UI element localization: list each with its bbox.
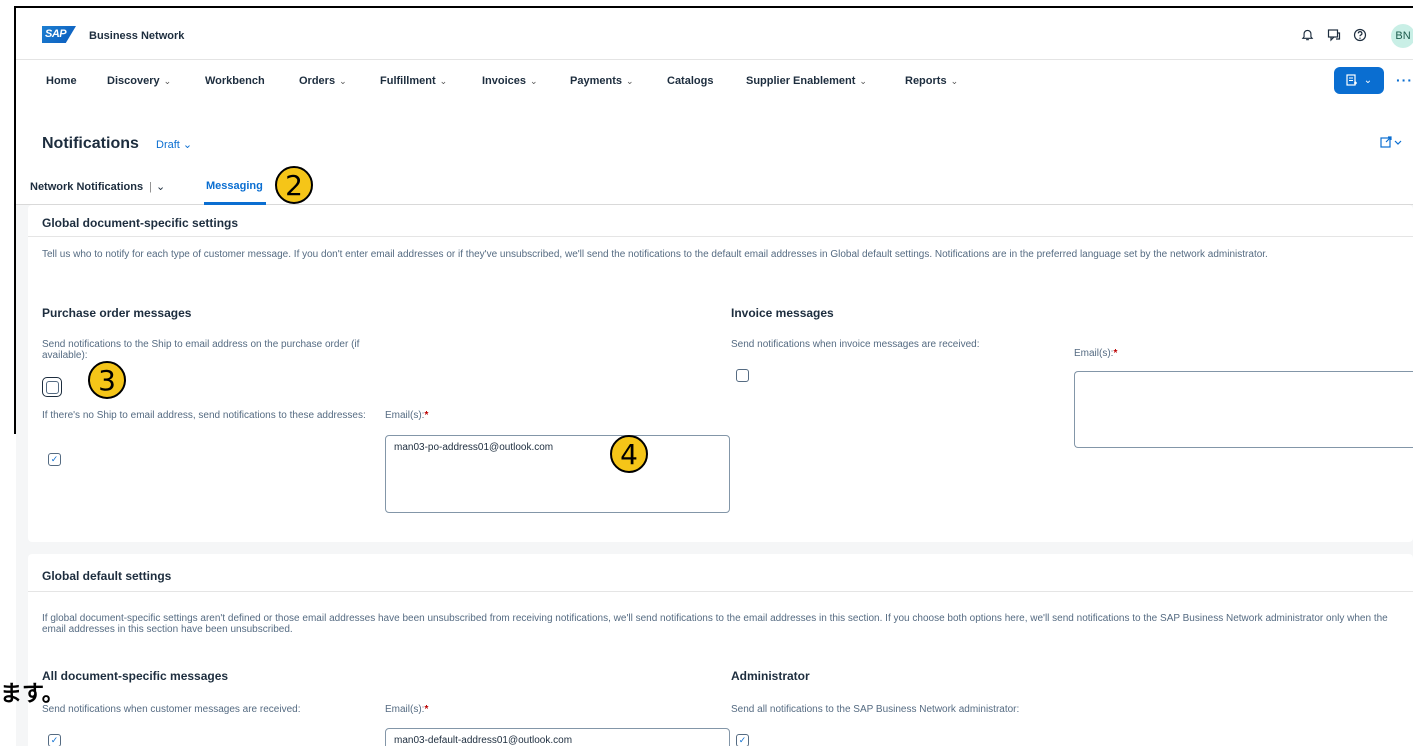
chevron-down-icon: ⌄ bbox=[339, 76, 347, 86]
tab-label: Network Notifications bbox=[30, 181, 144, 193]
share-icon[interactable] bbox=[1380, 136, 1402, 152]
chevron-down-icon: ⌄ bbox=[625, 76, 634, 86]
content-area: Global document-specific settings Tell u… bbox=[16, 205, 1413, 746]
shell-bar: SAP Business Network BN bbox=[16, 8, 1413, 60]
fallback-label: If there's no Ship to email address, sen… bbox=[42, 410, 366, 421]
tab-network-notifications[interactable]: Network Notifications | ⌄ bbox=[30, 180, 165, 193]
chevron-down-icon: ⌄ bbox=[182, 139, 193, 151]
status-label: Draft bbox=[156, 139, 180, 151]
invoice-emails-textarea[interactable] bbox=[1074, 371, 1413, 448]
divider bbox=[28, 591, 1413, 592]
nav-label: Fulfillment bbox=[380, 75, 436, 87]
chevron-down-icon: ⌄ bbox=[163, 76, 172, 86]
chevron-down-icon: ⌄ bbox=[530, 76, 538, 86]
label-text: Email(s): bbox=[385, 704, 425, 715]
nav-reports[interactable]: Reports ⌄ bbox=[905, 75, 958, 87]
nav-discovery[interactable]: Discovery ⌄ bbox=[107, 75, 171, 87]
all-docs-label: Send notifications when customer message… bbox=[42, 704, 301, 715]
section-title: Global default settings bbox=[42, 569, 172, 583]
invoice-messages-title: Invoice messages bbox=[731, 306, 834, 320]
required-marker: * bbox=[424, 410, 429, 421]
overlay-caption: ます。 bbox=[0, 682, 64, 707]
bell-icon[interactable] bbox=[1298, 26, 1316, 44]
nav-payments[interactable]: Payments ⌄ bbox=[570, 75, 634, 87]
default-emails-textarea[interactable]: man03-default-address01@outlook.com bbox=[385, 728, 730, 746]
document-icon bbox=[1346, 74, 1357, 86]
po-emails-textarea[interactable]: man03-po-address01@outlook.com bbox=[385, 435, 730, 513]
ship-to-label: Send notifications to the Ship to email … bbox=[42, 339, 360, 361]
all-docs-title: All document-specific messages bbox=[42, 669, 229, 683]
label-text: Email(s): bbox=[1074, 348, 1114, 359]
help-icon[interactable] bbox=[1351, 26, 1369, 44]
create-document-button[interactable]: ⌄ bbox=[1334, 67, 1384, 94]
nav-label: Workbench bbox=[205, 75, 265, 87]
all-docs-checkbox[interactable]: ✓ bbox=[48, 734, 61, 746]
nav-label: Catalogs bbox=[667, 75, 714, 87]
chevron-down-icon: ⌄ bbox=[950, 76, 959, 86]
administrator-checkbox[interactable]: ✓ bbox=[736, 734, 749, 746]
page-title: Notifications bbox=[42, 135, 139, 152]
nav-label: Payments bbox=[570, 75, 622, 87]
invoice-checkbox[interactable] bbox=[736, 369, 749, 382]
section-description: If global document-specific settings are… bbox=[42, 613, 1388, 635]
feedback-icon[interactable] bbox=[1325, 26, 1343, 44]
screen: SAP Business Network BN Home Discovery ⌄ … bbox=[0, 0, 1413, 746]
administrator-title: Administrator bbox=[731, 669, 810, 683]
nav-catalogs[interactable]: Catalogs bbox=[667, 75, 713, 87]
avatar[interactable]: BN bbox=[1391, 24, 1413, 48]
frame-border bbox=[14, 6, 1413, 8]
nav-invoices[interactable]: Invoices ⌄ bbox=[482, 75, 538, 87]
tab-messaging[interactable]: Messaging bbox=[206, 180, 263, 192]
callout-marker: 2 bbox=[275, 166, 313, 204]
nav-fulfillment[interactable]: Fulfillment ⌄ bbox=[380, 75, 447, 87]
nav-label: Invoices bbox=[482, 75, 527, 87]
sap-logo[interactable]: SAP bbox=[42, 26, 76, 43]
default-emails-label: Email(s):* bbox=[385, 704, 428, 715]
po-emails-label: Email(s):* bbox=[385, 410, 428, 421]
tab-separator: | bbox=[149, 181, 152, 193]
nav-orders[interactable]: Orders ⌄ bbox=[299, 75, 347, 87]
administrator-label: Send all notifications to the SAP Busine… bbox=[731, 704, 1020, 715]
invoice-emails-label: Email(s):* bbox=[1074, 348, 1117, 359]
more-icon[interactable]: ··· bbox=[1396, 72, 1413, 88]
frame-border bbox=[14, 6, 16, 434]
nav-label: Orders bbox=[299, 75, 336, 87]
chevron-down-icon: ⌄ bbox=[1363, 75, 1373, 86]
invoice-label: Send notifications when invoice messages… bbox=[731, 339, 980, 350]
global-document-settings-card: Global document-specific settings Tell u… bbox=[28, 205, 1413, 542]
nav-home[interactable]: Home bbox=[46, 75, 77, 87]
section-title: Global document-specific settings bbox=[42, 216, 239, 230]
nav-label: Home bbox=[46, 75, 77, 87]
label-text: Email(s): bbox=[385, 410, 425, 421]
chevron-down-icon: ⌄ bbox=[155, 181, 166, 193]
chevron-down-icon: ⌄ bbox=[859, 76, 867, 86]
brand-name: Business Network bbox=[89, 30, 185, 42]
logo-text: SAP bbox=[45, 28, 67, 40]
nav-label: Reports bbox=[905, 75, 947, 87]
callout-marker: 3 bbox=[88, 361, 126, 399]
nav-label: Discovery bbox=[107, 75, 160, 87]
draft-selector[interactable]: Draft ⌄ bbox=[156, 138, 192, 151]
nav-supplier-enablement[interactable]: Supplier Enablement ⌄ bbox=[746, 75, 867, 87]
ship-to-checkbox[interactable] bbox=[42, 377, 62, 397]
section-description: Tell us who to notify for each type of c… bbox=[42, 249, 1268, 260]
top-navigation: Home Discovery ⌄ Workbench Orders ⌄ Fulfil… bbox=[16, 60, 1413, 102]
divider bbox=[28, 236, 1413, 237]
callout-marker: 4 bbox=[610, 435, 648, 473]
nav-workbench[interactable]: Workbench bbox=[205, 75, 265, 87]
fallback-checkbox[interactable]: ✓ bbox=[48, 453, 61, 466]
required-marker: * bbox=[424, 704, 429, 715]
chevron-down-icon: ⌄ bbox=[439, 76, 448, 86]
page-header: Notifications Draft ⌄ Network Notificati… bbox=[16, 102, 1413, 205]
nav-label: Supplier Enablement bbox=[746, 75, 856, 87]
required-marker: * bbox=[1113, 348, 1118, 359]
global-default-settings-card: Global default settings If global docume… bbox=[28, 554, 1413, 746]
po-messages-title: Purchase order messages bbox=[42, 306, 192, 320]
